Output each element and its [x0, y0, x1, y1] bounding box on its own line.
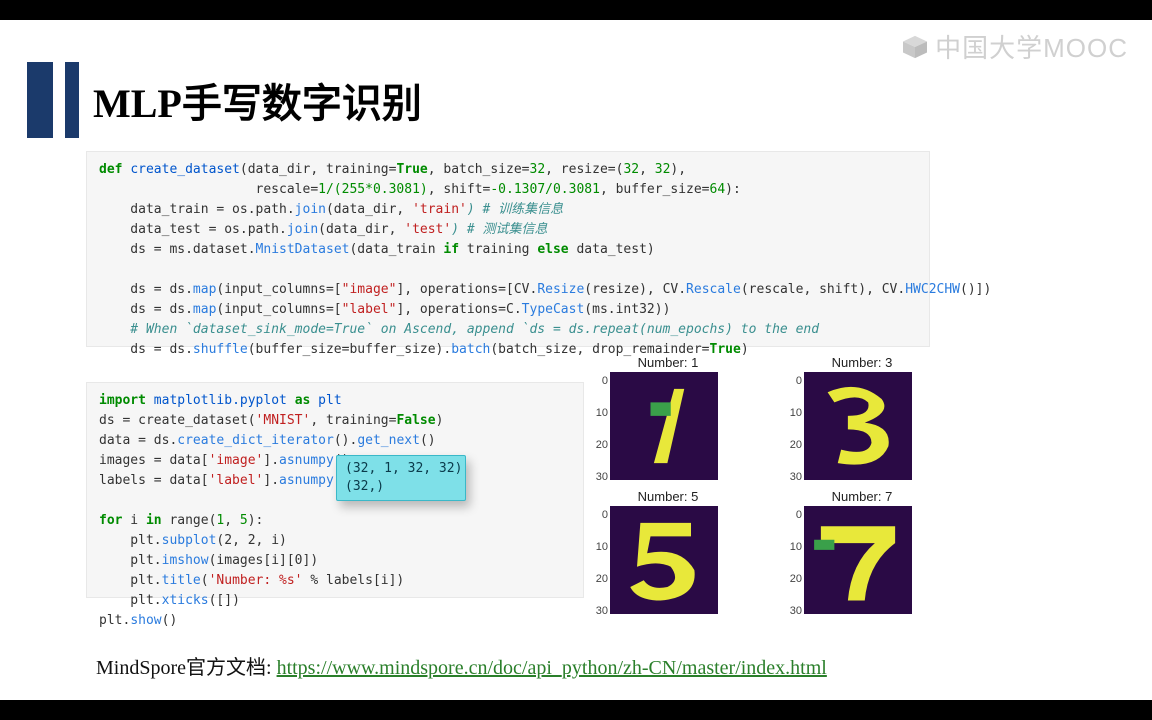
y-axis-ticks-2: 0102030	[784, 375, 802, 483]
docs-link[interactable]: https://www.mindspore.cn/doc/api_python/…	[277, 657, 827, 679]
title-accent-bar-1	[27, 62, 53, 138]
subplot-4-title: Number: 7	[784, 489, 940, 504]
y-axis-ticks-1: 0102030	[590, 375, 608, 483]
watermark: 中国大学MOOC	[901, 28, 1128, 65]
footer-label: MindSpore官方文档:	[96, 657, 277, 679]
page-title: MLP手写数字识别	[93, 62, 422, 138]
shape-tooltip: (32, 1, 32, 32) (32,)	[336, 455, 466, 501]
y-axis-ticks-4: 0102030	[784, 509, 802, 617]
subplot-3: Number: 5 0102030	[590, 489, 746, 619]
footer: MindSpore官方文档: https://www.mindspore.cn/…	[96, 651, 827, 680]
digit-image-5	[610, 506, 718, 614]
watermark-text: 中国大学MOOC	[935, 28, 1128, 65]
subplot-1: Number: 1 0102030	[590, 355, 746, 485]
subplot-2: Number: 3 0102030	[784, 355, 940, 485]
title-row: MLP手写数字识别	[27, 62, 422, 138]
subplot-4: Number: 7 0102030	[784, 489, 940, 619]
cube-icon	[901, 35, 929, 59]
letterbox-bottom	[0, 700, 1152, 720]
letterbox-top	[0, 0, 1152, 20]
title-accent-bar-2	[65, 62, 79, 138]
subplot-3-title: Number: 5	[590, 489, 746, 504]
subplot-1-title: Number: 1	[590, 355, 746, 370]
digit-image-3	[804, 372, 912, 480]
code-block-plot: import matplotlib.pyplot as plt ds = cre…	[86, 382, 584, 598]
code-block-create-dataset: def create_dataset(data_dir, training=Tr…	[86, 151, 930, 347]
digit-image-1	[610, 372, 718, 480]
digit-image-7	[804, 506, 912, 614]
y-axis-ticks-3: 0102030	[590, 509, 608, 617]
mnist-plot-grid: Number: 1 0102030 Number: 3 0102030	[590, 355, 940, 619]
subplot-2-title: Number: 3	[784, 355, 940, 370]
